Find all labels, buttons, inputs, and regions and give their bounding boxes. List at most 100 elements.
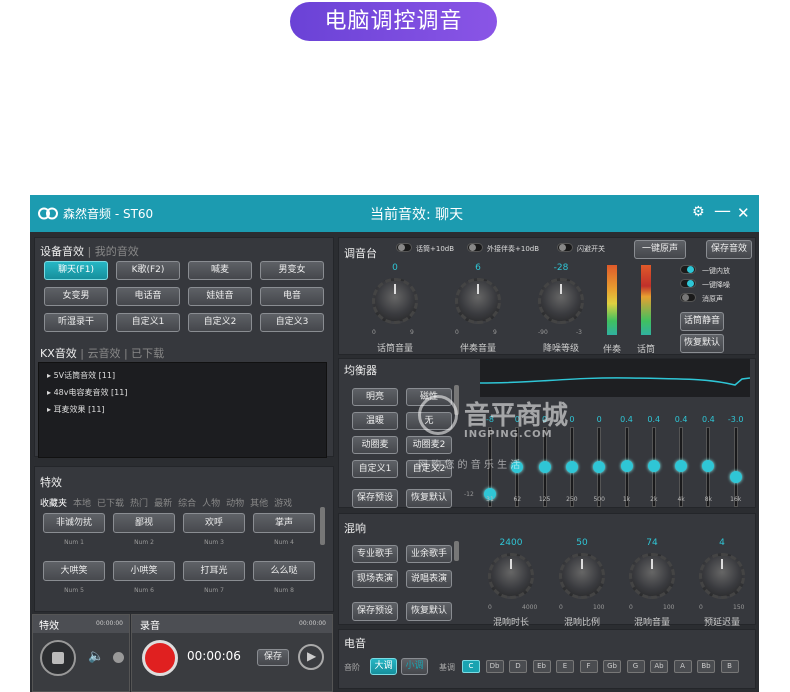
key-button-e[interactable]: E xyxy=(556,660,574,673)
special-fx-button[interactable]: 么么哒 xyxy=(253,561,315,581)
mixer-switch[interactable] xyxy=(680,293,696,302)
key-button-a[interactable]: A xyxy=(673,660,692,673)
eq-band-knob[interactable] xyxy=(620,459,633,472)
fx-stop-button[interactable] xyxy=(40,640,76,676)
key-button-eb[interactable]: Eb xyxy=(532,660,551,673)
eq-band-knob[interactable] xyxy=(675,459,688,472)
device-fx-button[interactable]: 电话音 xyxy=(116,287,180,306)
special-fx-button[interactable]: 小哄笑 xyxy=(113,561,175,581)
tree-item[interactable]: ▸ 耳麦效果 [11] xyxy=(47,404,105,415)
device-fx-button[interactable]: 娃娃音 xyxy=(188,287,252,306)
mixer-toggle[interactable] xyxy=(557,243,573,252)
special-fx-button[interactable]: 欢呼 xyxy=(183,513,245,533)
eq-preset-button[interactable]: 自定义1 xyxy=(352,460,398,478)
device-fx-button[interactable]: 听湿录干 xyxy=(44,313,108,332)
record-save-button[interactable]: 保存 xyxy=(257,649,289,666)
eq-band-knob[interactable] xyxy=(538,461,551,473)
special-fx-button[interactable]: 打耳光 xyxy=(183,561,245,581)
reverb-save-button[interactable]: 保存预设 xyxy=(352,602,398,621)
volume-knob[interactable] xyxy=(113,652,124,663)
reverb-knob-label: 混响音量 xyxy=(633,618,670,628)
device-fx-button[interactable]: 自定义3 xyxy=(260,313,324,332)
eq-restore-button[interactable]: 恢复默认 xyxy=(406,489,452,508)
reverb-knob[interactable] xyxy=(699,553,745,599)
reverb-preset-scrollbar[interactable] xyxy=(454,541,459,561)
device-fx-button[interactable]: 自定义2 xyxy=(188,313,252,332)
special-fx-button[interactable]: 大哄笑 xyxy=(43,561,105,581)
switch-dot xyxy=(687,280,694,287)
device-fx-button[interactable]: 女变男 xyxy=(44,287,108,306)
device-fx-button[interactable]: 聊天(F1) xyxy=(44,261,108,280)
mixer-toggle[interactable] xyxy=(467,243,483,252)
special-fx-tab[interactable]: 其他 xyxy=(250,499,268,509)
mixer-switch[interactable] xyxy=(680,279,696,288)
special-fx-scrollbar[interactable] xyxy=(320,507,325,545)
key-button-g[interactable]: G xyxy=(626,660,645,673)
eq-band-slider[interactable] xyxy=(733,427,738,507)
eq-save-button[interactable]: 保存预设 xyxy=(352,489,398,508)
minimize-icon[interactable]: — xyxy=(714,201,731,221)
eq-preset-button[interactable]: 温暖 xyxy=(352,412,398,430)
special-fx-button[interactable]: 非诚勿扰 xyxy=(43,513,105,533)
save-fx-button[interactable]: 保存音效 xyxy=(706,240,752,259)
reverb-knob[interactable] xyxy=(629,553,675,599)
play-button[interactable]: ▶ xyxy=(298,644,324,670)
reverb-restore-button[interactable]: 恢复默认 xyxy=(406,602,452,621)
special-fx-tab[interactable]: 动物 xyxy=(226,499,244,509)
mixer-knob[interactable] xyxy=(538,278,584,324)
mixer-switch[interactable] xyxy=(680,265,696,274)
reverb-preset-button[interactable]: 说唱表演 xyxy=(406,570,452,588)
scale-major-button[interactable]: 大调 xyxy=(370,658,397,675)
key-button-f[interactable]: F xyxy=(579,660,598,673)
scale-minor-button[interactable]: 小调 xyxy=(401,658,428,675)
one-key-original-button[interactable]: 一键原声 xyxy=(634,240,686,259)
special-fx-tab[interactable]: 已下载 xyxy=(97,499,124,509)
special-fx-tab[interactable]: 本地 xyxy=(73,499,91,509)
mixer-toggle[interactable] xyxy=(396,243,412,252)
special-fx-tab[interactable]: 综合 xyxy=(178,499,196,509)
key-button-gb[interactable]: Gb xyxy=(603,660,621,673)
special-fx-button[interactable]: 掌声 xyxy=(253,513,315,533)
reverb-knob[interactable] xyxy=(559,553,605,599)
eq-band-knob[interactable] xyxy=(647,459,660,472)
reverb-preset-button[interactable]: 业余歌手 xyxy=(406,545,452,563)
special-fx-tab[interactable]: 热门 xyxy=(130,499,148,509)
eq-preset-button[interactable]: 动圈麦 xyxy=(352,436,398,454)
eq-preset-button[interactable]: 明亮 xyxy=(352,388,398,406)
device-fx-button[interactable]: 电音 xyxy=(260,287,324,306)
eq-band-freq: 62 xyxy=(513,496,522,503)
knob-max: 9 xyxy=(493,329,497,336)
special-fx-tab[interactable]: 收藏夹 xyxy=(40,499,67,509)
mixer-restore-button[interactable]: 恢复默认 xyxy=(680,334,724,353)
reverb-preset-button[interactable]: 专业歌手 xyxy=(352,545,398,563)
mic-mute-button[interactable]: 话筒静音 xyxy=(680,312,724,331)
reverb-preset-button[interactable]: 现场表演 xyxy=(352,570,398,588)
key-button-d[interactable]: D xyxy=(509,660,527,673)
special-fx-tab[interactable]: 最新 xyxy=(154,499,172,509)
special-fx-tab[interactable]: 人物 xyxy=(202,499,220,509)
mixer-knob[interactable] xyxy=(455,278,501,324)
special-fx-tab[interactable]: 游戏 xyxy=(274,499,292,509)
record-button[interactable] xyxy=(142,640,178,676)
eq-band-knob[interactable] xyxy=(729,471,742,483)
close-icon[interactable]: ✕ xyxy=(737,204,750,222)
eq-preset-button[interactable]: 动圈麦2 xyxy=(406,436,452,454)
device-fx-button[interactable]: 自定义1 xyxy=(116,313,180,332)
key-button-b[interactable]: B xyxy=(720,660,739,673)
volume-icon[interactable]: 🔈 xyxy=(88,649,104,664)
eq-band-knob[interactable] xyxy=(702,459,715,472)
key-button-ab[interactable]: Ab xyxy=(650,660,668,673)
eq-band-knob[interactable] xyxy=(565,461,578,473)
key-button-db[interactable]: Db xyxy=(485,660,504,673)
device-fx-button[interactable]: 男变女 xyxy=(260,261,324,280)
settings-gear-icon[interactable]: ⚙ xyxy=(692,204,705,220)
reverb-knob[interactable] xyxy=(488,553,534,599)
key-button-bb[interactable]: Bb xyxy=(697,660,715,673)
special-fx-button[interactable]: 鄙视 xyxy=(113,513,175,533)
key-button-c[interactable]: C xyxy=(462,660,480,673)
mixer-knob[interactable] xyxy=(372,278,418,324)
tree-item[interactable]: ▸ 5V话筒音效 [11] xyxy=(47,370,115,381)
tree-item[interactable]: ▸ 48v电容麦音效 [11] xyxy=(47,387,127,398)
device-fx-button[interactable]: K歌(F2) xyxy=(116,261,180,280)
device-fx-button[interactable]: 喊麦 xyxy=(188,261,252,280)
